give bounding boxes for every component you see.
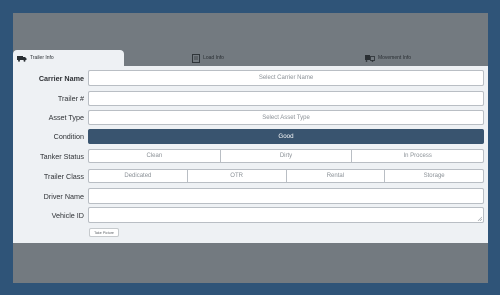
tanker-status-row: Tanker Status Clean Dirty In Process: [13, 149, 488, 163]
resize-grip-icon[interactable]: [477, 216, 483, 222]
tab-bar: Trailer Info Load Info Movement Info: [13, 50, 488, 66]
tab-label: Load Info: [203, 55, 224, 61]
tanker-status-label: Tanker Status: [40, 151, 84, 161]
condition-label: Condition: [53, 132, 84, 141]
trailer-label: Trailer #: [57, 94, 84, 103]
vehicle-label: Vehicle ID: [51, 210, 84, 220]
asset-type-label: Asset Type: [48, 113, 84, 122]
tanker-status-dirty[interactable]: Dirty: [221, 150, 353, 162]
tab-load-info[interactable]: Load Info: [173, 50, 243, 66]
tab-movement-info[interactable]: Movement Info: [348, 50, 428, 66]
trailer-class-rental[interactable]: Rental: [287, 170, 386, 182]
carrier-label: Carrier Name: [38, 73, 84, 83]
driver-label: Driver Name: [43, 191, 84, 201]
take-picture-button[interactable]: Take Picture: [89, 228, 119, 237]
carrier-row: Carrier Name Select Carrier Name: [13, 70, 488, 86]
tanker-status-segmented: Clean Dirty In Process: [88, 149, 484, 163]
trailer-row: Trailer #: [13, 91, 488, 106]
document-icon: [192, 53, 201, 63]
driver-input[interactable]: [88, 188, 484, 204]
asset-type-row: Asset Type Select Asset Type: [13, 110, 488, 125]
trailer-class-storage[interactable]: Storage: [385, 170, 483, 182]
tab-label: Trailer Info: [30, 55, 54, 61]
vehicle-input[interactable]: [88, 207, 484, 223]
trailer-class-dedicated[interactable]: Dedicated: [89, 170, 188, 182]
trailer-class-row: Trailer Class Dedicated OTR Rental Stora…: [13, 169, 488, 183]
vehicle-row: Vehicle ID: [13, 207, 488, 223]
trailer-class-label: Trailer Class: [43, 171, 84, 181]
asset-type-select[interactable]: Select Asset Type: [88, 110, 484, 125]
driver-row: Driver Name: [13, 188, 488, 204]
truck-icon: [17, 55, 27, 62]
tanker-status-in-process[interactable]: In Process: [352, 150, 483, 162]
condition-good-button[interactable]: Good: [88, 129, 484, 144]
trailer-class-otr[interactable]: OTR: [188, 170, 287, 182]
carrier-select[interactable]: Select Carrier Name: [88, 70, 484, 86]
tab-label: Movement Info: [377, 55, 412, 61]
trailer-info-panel: Carrier Name Select Carrier Name Trailer…: [13, 66, 488, 243]
tab-trailer-info[interactable]: Trailer Info: [13, 50, 124, 66]
movement-icon: [364, 54, 375, 62]
trailer-input[interactable]: [88, 91, 484, 106]
tanker-status-clean[interactable]: Clean: [89, 150, 221, 162]
condition-row: Condition Good: [13, 129, 488, 144]
trailer-class-segmented: Dedicated OTR Rental Storage: [88, 169, 484, 183]
